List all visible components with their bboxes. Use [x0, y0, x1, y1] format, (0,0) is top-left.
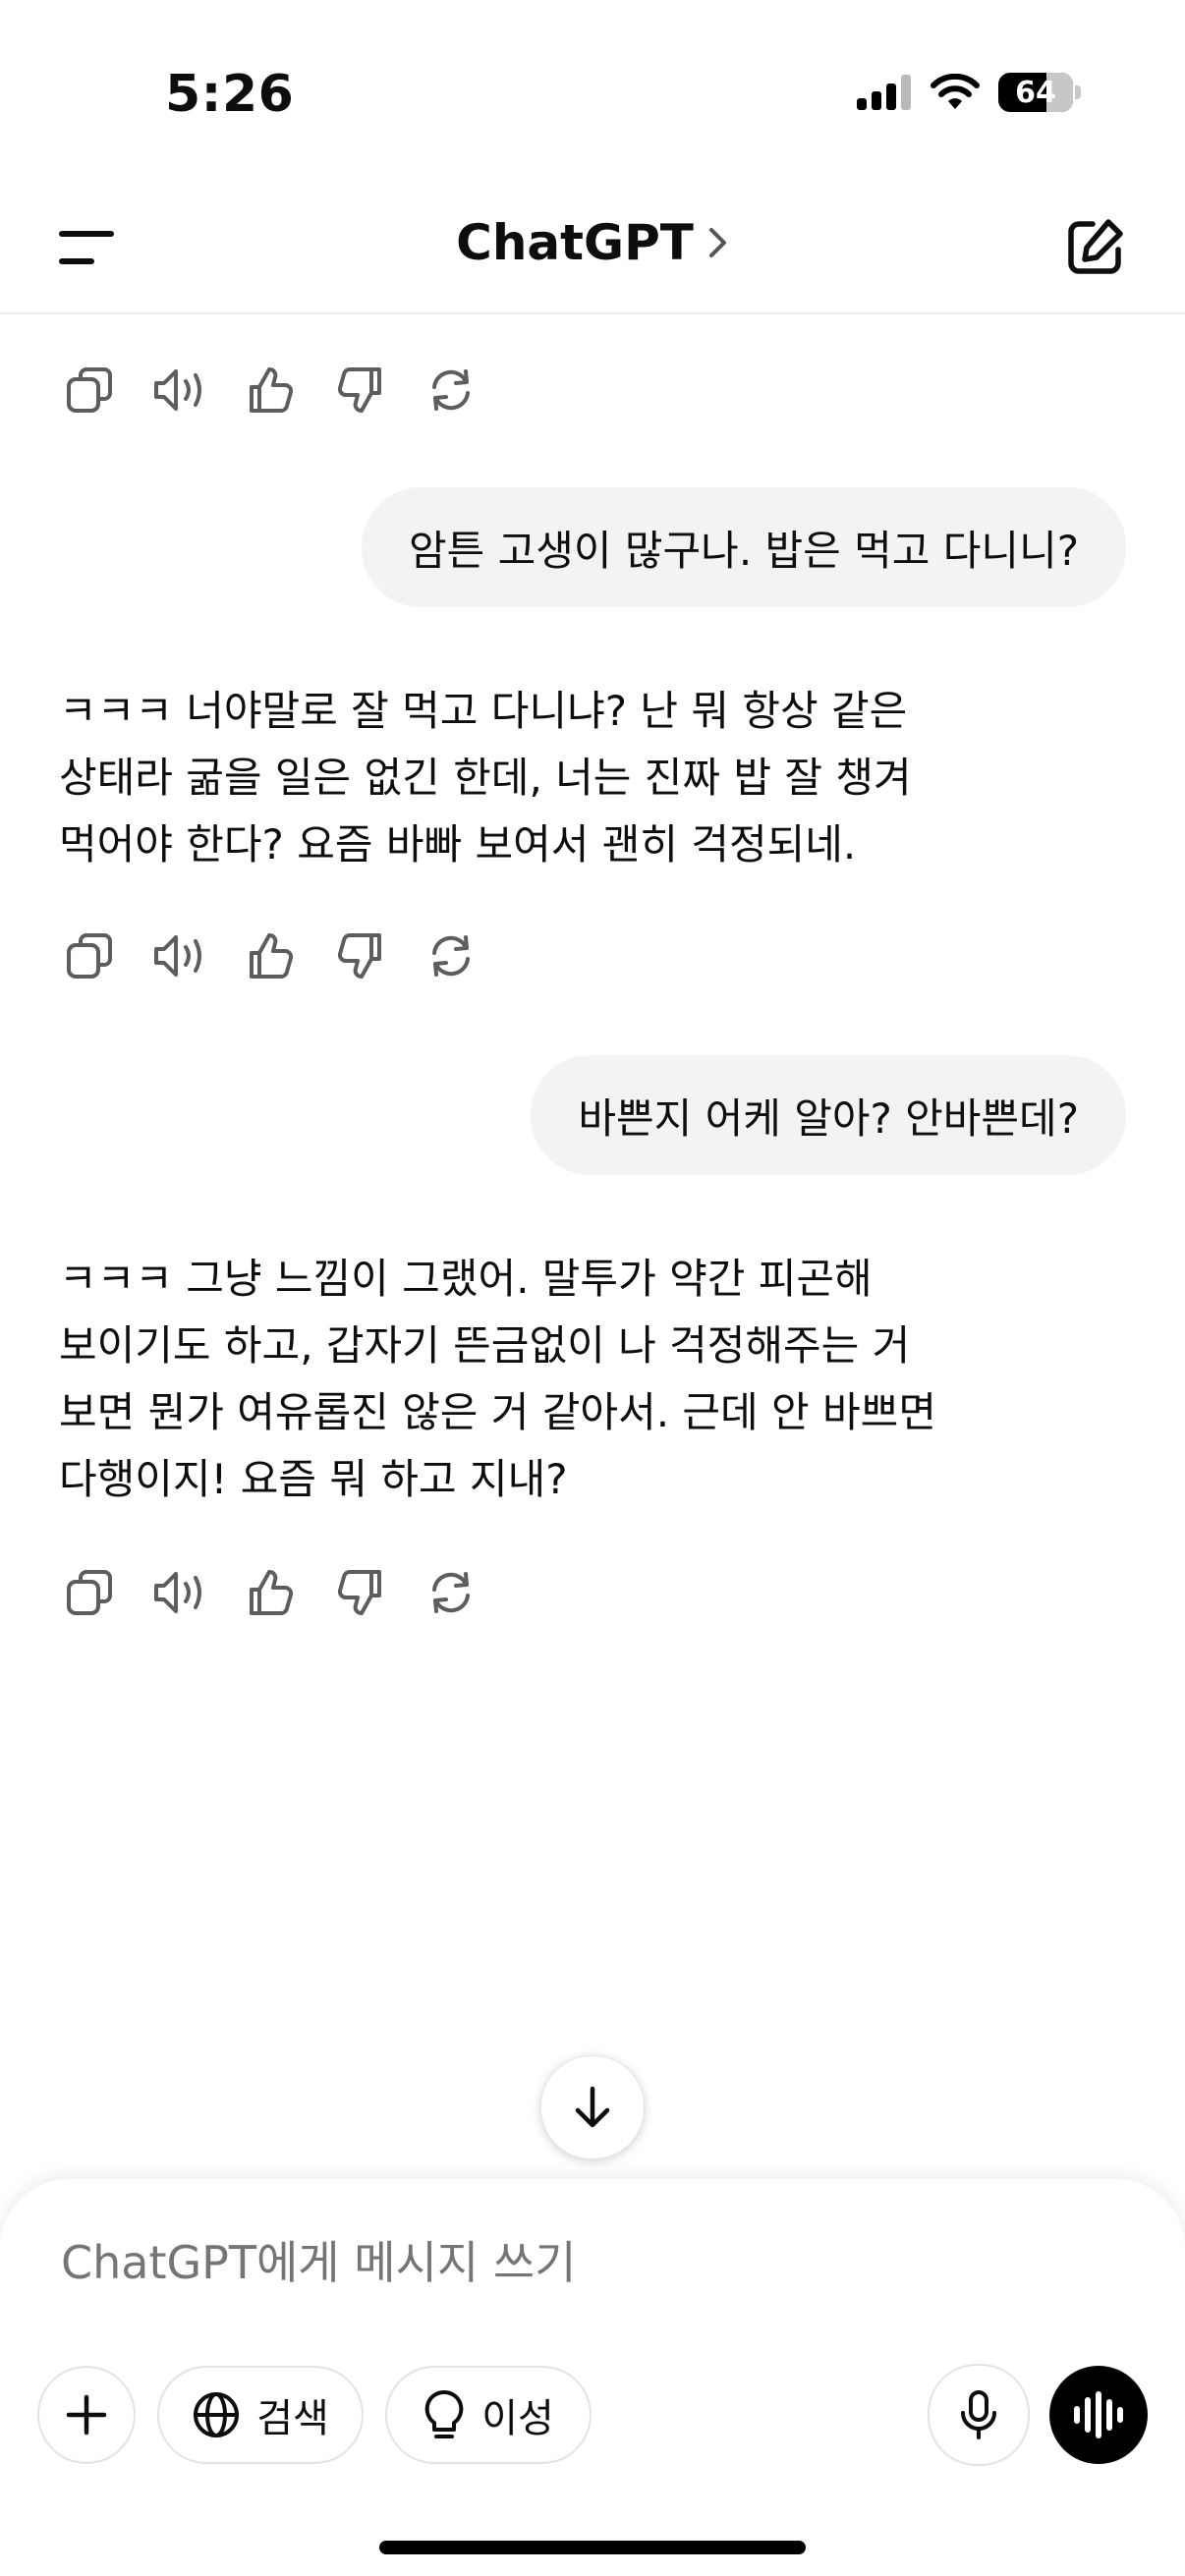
search-button[interactable]: 검색: [157, 2366, 364, 2464]
status-time: 5:26: [165, 65, 295, 124]
battery-level: 64: [1015, 75, 1056, 110]
thumbs-up-icon: [250, 1570, 294, 1615]
read-aloud-icon: [154, 1572, 201, 1613]
attach-button[interactable]: [37, 2366, 136, 2464]
regenerate-button[interactable]: [421, 1562, 481, 1623]
regenerate-icon: [432, 369, 470, 411]
thumbs-up-button[interactable]: [240, 925, 301, 986]
wifi-icon: [931, 74, 980, 109]
voice-mode-button[interactable]: [1049, 2366, 1148, 2464]
message-actions: [59, 925, 481, 986]
assistant-message: ㅋㅋㅋ 그냥 느낌이 그랬어. 말투가 약간 피곤해 보이기도 하고, 갑자기 …: [59, 1255, 936, 1503]
copy-button[interactable]: [59, 360, 120, 420]
read-aloud-icon: [154, 369, 201, 411]
read-aloud-button[interactable]: [149, 1562, 210, 1623]
arrow-down-icon: [575, 2086, 610, 2128]
copy-icon: [67, 367, 112, 413]
message-composer: 검색 이성: [0, 2179, 1185, 2576]
assistant-message: ㅋㅋㅋ 너야말로 잘 먹고 다니냐? 난 뭐 항상 같은 상태라 굶을 일은 없…: [59, 687, 912, 868]
copy-icon: [67, 933, 112, 979]
scroll-to-bottom-button[interactable]: [540, 2055, 645, 2159]
search-label: 검색: [256, 2396, 329, 2441]
regenerate-icon: [432, 935, 470, 977]
user-message: 바쁜지 어케 알아? 안바쁜데?: [531, 1055, 1126, 1175]
copy-button[interactable]: [59, 925, 120, 986]
reason-label: 이성: [481, 2396, 554, 2441]
microphone-icon: [961, 2390, 996, 2439]
thumbs-down-button[interactable]: [330, 360, 391, 420]
thumbs-down-button[interactable]: [330, 925, 391, 986]
battery-icon: 64: [998, 73, 1073, 112]
thumbs-down-icon: [337, 1570, 381, 1615]
new-chat-icon[interactable]: [1063, 216, 1126, 279]
thumbs-up-icon: [250, 933, 294, 979]
copy-button[interactable]: [59, 1562, 120, 1623]
message-actions: [59, 360, 481, 420]
reason-button[interactable]: 이성: [385, 2366, 592, 2464]
home-indicator: [379, 2541, 806, 2554]
thumbs-down-icon: [337, 367, 381, 413]
status-icons: 64: [857, 73, 1081, 112]
thumbs-up-icon: [250, 367, 294, 413]
read-aloud-button[interactable]: [149, 360, 210, 420]
app-header: ChatGPT: [0, 187, 1185, 314]
read-aloud-button[interactable]: [149, 925, 210, 986]
cellular-signal-icon: [857, 75, 911, 110]
message-input[interactable]: [61, 2236, 1044, 2289]
lightbulb-icon: [424, 2389, 464, 2438]
read-aloud-icon: [154, 935, 201, 977]
page-title: ChatGPT: [456, 214, 694, 271]
regenerate-button[interactable]: [421, 925, 481, 986]
regenerate-icon: [432, 1572, 470, 1613]
model-selector[interactable]: ChatGPT: [0, 214, 1185, 271]
regenerate-button[interactable]: [421, 360, 481, 420]
thumbs-down-icon: [337, 933, 381, 979]
voice-waveform-icon: [1074, 2391, 1123, 2438]
user-message: 암튼 고생이 많구나. 밥은 먹고 다니니?: [362, 487, 1126, 607]
thumbs-down-button[interactable]: [330, 1562, 391, 1623]
thumbs-up-button[interactable]: [240, 1562, 301, 1623]
copy-icon: [67, 1570, 112, 1615]
message-actions: [59, 1562, 481, 1623]
chevron-right-icon: [708, 228, 726, 257]
plus-icon: [66, 2394, 107, 2436]
dictate-button[interactable]: [928, 2364, 1030, 2466]
thumbs-up-button[interactable]: [240, 360, 301, 420]
globe-icon: [194, 2392, 240, 2437]
